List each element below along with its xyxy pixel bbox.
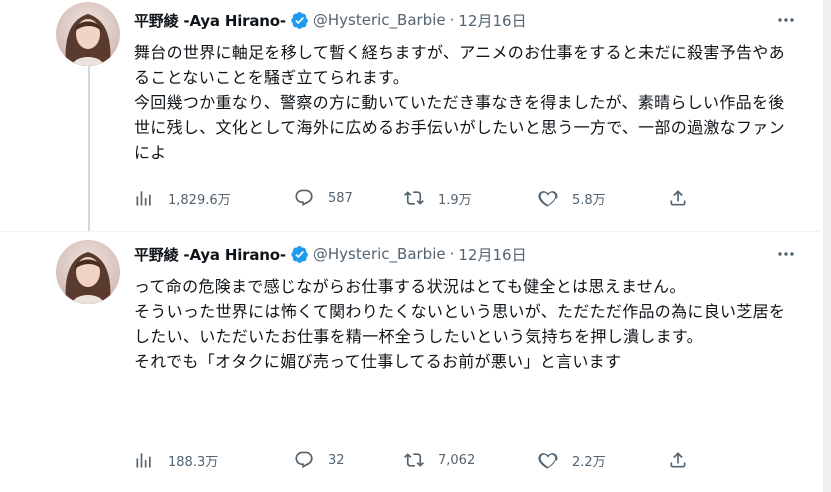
replies-count: 32 bbox=[328, 452, 345, 468]
reply-icon bbox=[295, 189, 313, 206]
share-button[interactable] bbox=[668, 186, 688, 210]
separator-dot: · bbox=[449, 11, 455, 29]
retweet-button[interactable]: 1.9万 bbox=[404, 186, 472, 210]
retweet-icon bbox=[404, 191, 424, 205]
author-handle[interactable]: @Hysteric_Barbie bbox=[313, 11, 446, 29]
avatar[interactable] bbox=[56, 2, 120, 66]
thread-line bbox=[88, 64, 90, 232]
author-handle[interactable]: @Hysteric_Barbie bbox=[313, 245, 446, 263]
retweet-button[interactable]: 7,062 bbox=[404, 448, 475, 472]
retweets-count: 1.9万 bbox=[438, 192, 472, 208]
tweet-date[interactable]: 12月16日 bbox=[458, 244, 526, 265]
reply-icon bbox=[295, 451, 313, 468]
author-name[interactable]: 平野綾 -Aya Hirano- bbox=[134, 244, 286, 265]
tweet-actions: 188.3万 32 7,062 2.2万 bbox=[134, 448, 704, 472]
retweet-icon bbox=[404, 453, 424, 467]
tweet-actions: 1,829.6万 587 1.9万 5.8万 bbox=[134, 186, 704, 210]
tweet-text: って命の危険まで感じながらお仕事する状況はとても健全とは思えません。 そういった… bbox=[134, 277, 786, 371]
tweet-text: 舞台の世界に軸足を移して暫く経ちますが、アニメのお仕事をすると未だに殺害予告やあ… bbox=[134, 43, 785, 162]
verified-badge-icon bbox=[291, 245, 308, 263]
more-icon[interactable] bbox=[776, 10, 796, 30]
avatar[interactable] bbox=[56, 240, 120, 304]
reply-button[interactable]: 32 bbox=[294, 448, 345, 472]
likes-count: 2.2万 bbox=[572, 454, 606, 470]
views-button[interactable]: 1,829.6万 bbox=[134, 186, 231, 210]
views-count: 1,829.6万 bbox=[168, 192, 231, 208]
like-button[interactable]: 5.8万 bbox=[538, 186, 606, 210]
share-icon bbox=[670, 452, 686, 468]
views-icon bbox=[136, 453, 151, 468]
author-name[interactable]: 平野綾 -Aya Hirano- bbox=[134, 10, 286, 31]
like-button[interactable]: 2.2万 bbox=[538, 448, 606, 472]
retweets-count: 7,062 bbox=[438, 452, 476, 468]
verified-badge-icon bbox=[291, 11, 308, 29]
replies-count: 587 bbox=[328, 190, 353, 206]
share-icon bbox=[670, 190, 686, 206]
views-button[interactable]: 188.3万 bbox=[134, 448, 218, 472]
tweet-date[interactable]: 12月16日 bbox=[458, 10, 526, 31]
separator-dot: · bbox=[449, 245, 455, 263]
like-icon bbox=[538, 191, 558, 207]
likes-count: 5.8万 bbox=[572, 192, 606, 208]
like-icon bbox=[538, 453, 558, 469]
views-icon bbox=[136, 191, 151, 206]
share-button[interactable] bbox=[668, 448, 688, 472]
scrollbar-track[interactable] bbox=[823, 0, 831, 492]
reply-button[interactable]: 587 bbox=[294, 186, 353, 210]
more-icon[interactable] bbox=[776, 244, 796, 264]
views-count: 188.3万 bbox=[168, 454, 219, 470]
